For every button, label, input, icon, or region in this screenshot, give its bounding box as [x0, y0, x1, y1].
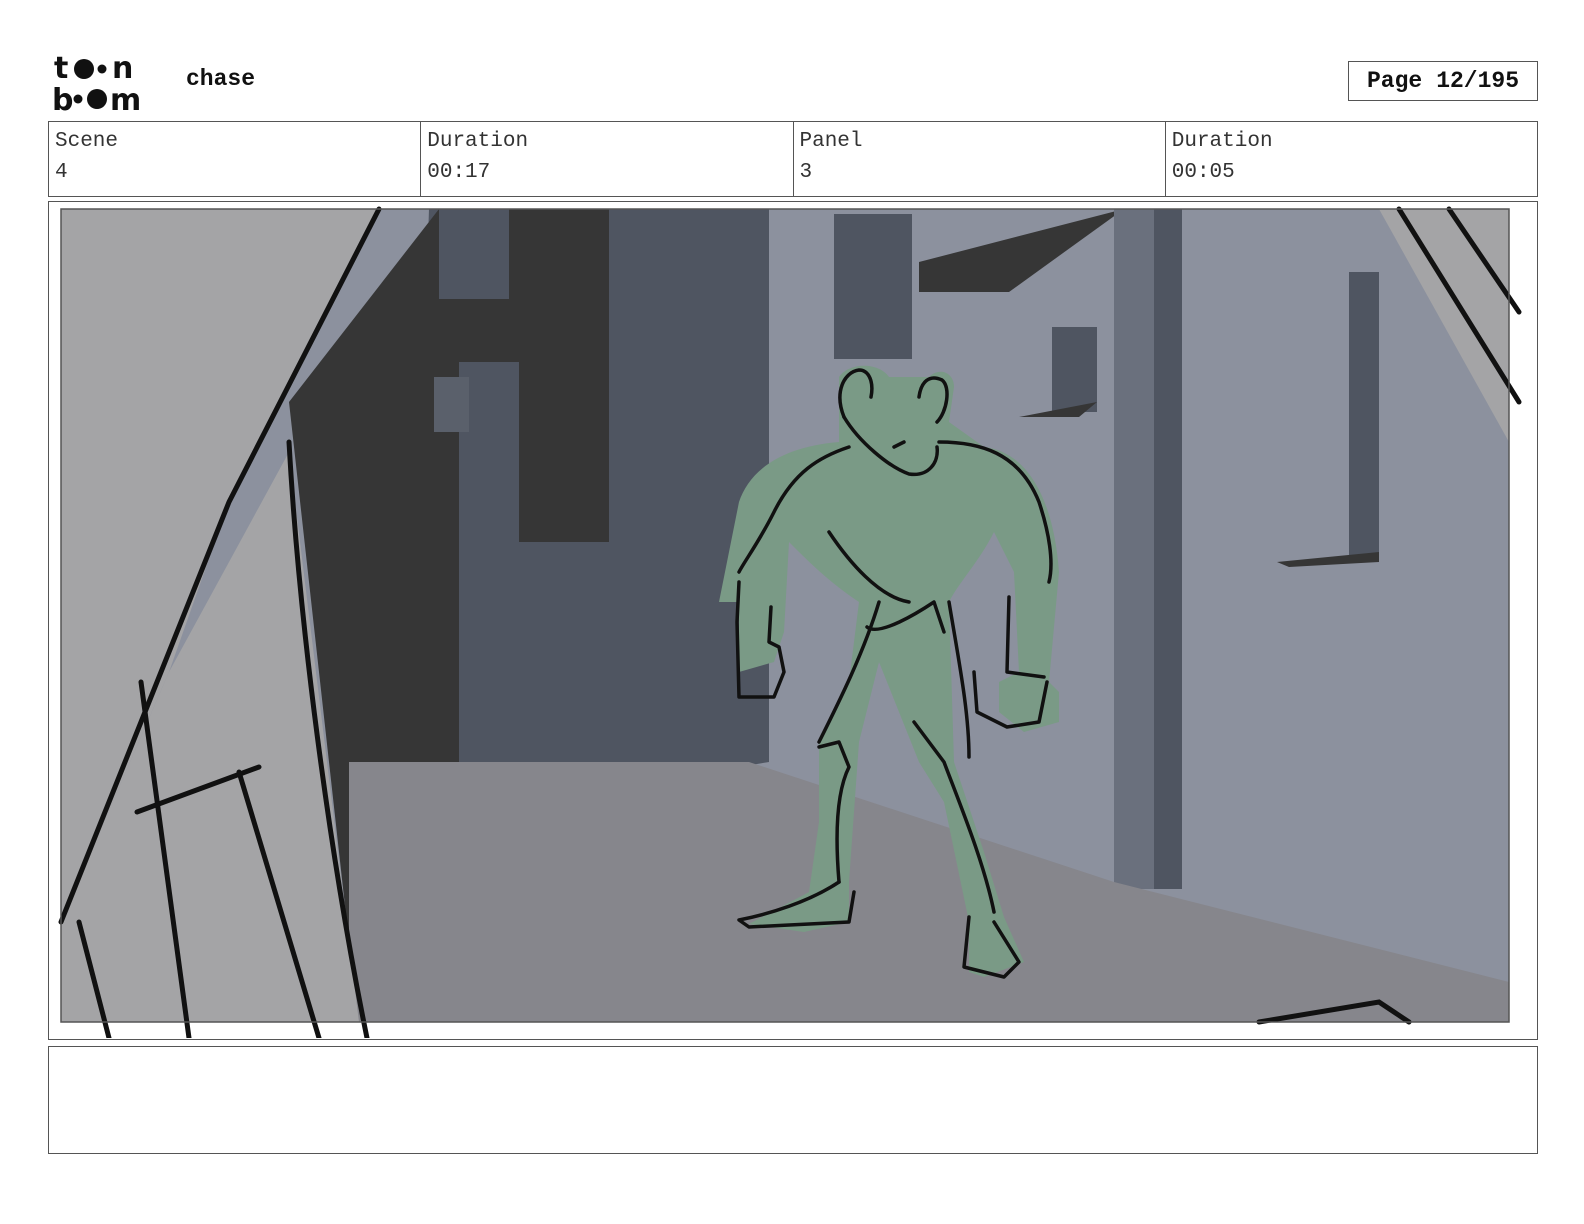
panel-cell: Panel 3 — [794, 122, 1166, 196]
scene-cell: Scene 4 — [49, 122, 422, 196]
dialogue-notes-box — [48, 1046, 1538, 1154]
page-indicator: Page 12/195 — [1348, 61, 1538, 101]
scene-duration-value: 00:17 — [427, 161, 491, 184]
page-label: Page — [1366, 68, 1423, 94]
toonboom-logo: t n b m — [52, 51, 141, 114]
scene-duration-label: Duration — [427, 130, 529, 153]
svg-text:b: b — [52, 83, 73, 114]
panel-info-bar: Scene 4 Duration 00:17 Panel 3 Duration … — [48, 121, 1538, 197]
scene-value: 4 — [55, 161, 68, 184]
svg-text:m: m — [110, 83, 141, 114]
page-number: 12/195 — [1436, 68, 1520, 94]
panel-value: 3 — [799, 161, 813, 184]
svg-text:t: t — [54, 51, 68, 86]
panel-label: Panel — [799, 130, 863, 153]
panel-duration-label: Duration — [1171, 130, 1273, 153]
project-title: chase — [186, 66, 256, 92]
storyboard-panel — [48, 201, 1538, 1040]
svg-text:n: n — [112, 51, 133, 86]
panel-duration-cell: Duration 00:05 — [1166, 122, 1537, 196]
panel-duration-value: 00:05 — [1171, 161, 1235, 184]
scene-label: Scene — [55, 130, 119, 153]
panel-drawing — [49, 202, 1536, 1038]
scene-duration-cell: Duration 00:17 — [421, 122, 794, 196]
